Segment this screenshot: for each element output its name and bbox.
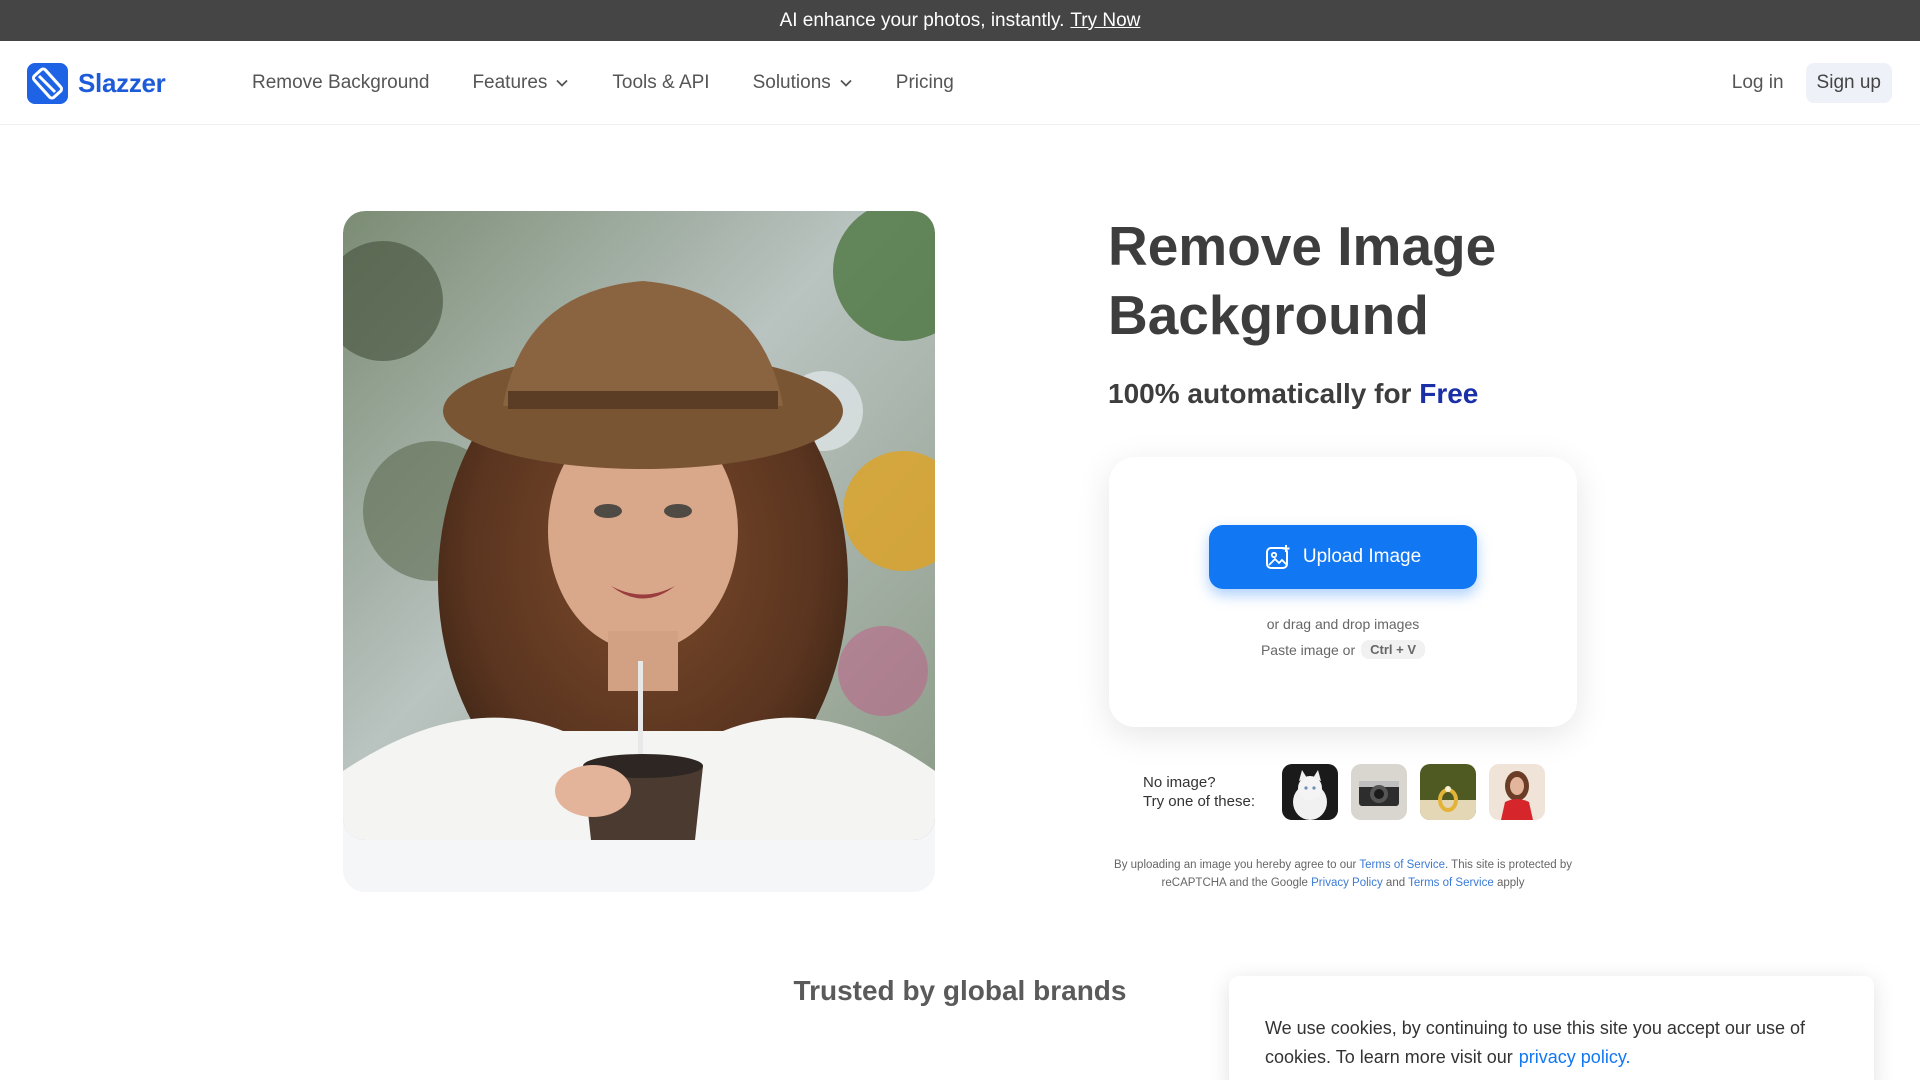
nav-remove-background[interactable]: Remove Background — [252, 72, 429, 94]
paste-shortcut: Ctrl + V — [1361, 640, 1426, 659]
nav-label: Remove Background — [252, 72, 430, 93]
nav-label: Tools & API — [612, 72, 710, 93]
sample-prompt-line-1: No image? — [1143, 774, 1216, 791]
hero-photo — [343, 211, 935, 840]
drag-drop-hint: or drag and drop images — [1266, 616, 1420, 632]
sample-image-cat[interactable] — [1282, 764, 1338, 820]
auth-links: Log in Sign up — [1732, 63, 1892, 103]
chevron-down-icon — [840, 79, 852, 87]
login-link[interactable]: Log in — [1732, 72, 1784, 94]
paste-text: Paste image or — [1260, 641, 1356, 658]
sample-prompt-line-2: Try one of these: — [1143, 793, 1256, 810]
legal-text-3: and — [1385, 877, 1406, 889]
nav-features[interactable]: Features — [472, 72, 569, 94]
nav-label: Pricing — [895, 72, 954, 93]
trusted-text: Trusted by global brands — [793, 975, 1127, 1006]
free-highlight: Free — [1419, 378, 1479, 409]
upload-button-label: Upload Image — [1302, 546, 1422, 567]
sample-prompt: No image? Try one of these: — [1143, 773, 1255, 811]
legal-text-1: By uploading an image you hereby agree t… — [1114, 859, 1357, 871]
legal-notice: By uploading an image you hereby agree t… — [1108, 856, 1578, 892]
paste-hint: Paste image or Ctrl + V — [1109, 640, 1577, 659]
sample-image-camera[interactable] — [1351, 764, 1407, 820]
cookie-banner: We use cookies, by continuing to use thi… — [1229, 976, 1874, 1080]
title-line-2: Background — [1108, 284, 1429, 346]
chevron-down-icon — [556, 79, 569, 87]
announcement-text: AI enhance your photos, instantly. — [779, 9, 1065, 31]
subheading-text: 100% automatically for — [1108, 378, 1412, 409]
sample-image-woman[interactable] — [1489, 764, 1545, 820]
upload-image-button[interactable]: Upload Image — [1209, 525, 1477, 589]
cookie-privacy-link[interactable]: privacy policy. — [1519, 1047, 1631, 1067]
try-now-link[interactable]: Try Now — [1070, 10, 1140, 32]
subheading: 100% automatically for Free — [1108, 378, 1478, 410]
nav-solutions[interactable]: Solutions — [753, 72, 853, 94]
nav-label: Features — [472, 72, 548, 93]
main-nav: Remove Background Features Tools & API S… — [252, 41, 997, 125]
nav-tools-api[interactable]: Tools & API — [612, 72, 709, 94]
hero-image-card — [343, 211, 935, 892]
nav-label: Solutions — [752, 72, 831, 93]
sample-image-ring[interactable] — [1420, 764, 1476, 820]
terms-of-service-link[interactable]: Terms of Service — [1359, 859, 1445, 871]
brand-name: Slazzer — [78, 68, 166, 98]
slazzer-logo-icon — [27, 63, 68, 104]
signup-button[interactable]: Sign up — [1805, 63, 1892, 103]
terms-of-service-link-2[interactable]: Terms of Service — [1408, 877, 1494, 889]
site-header: Slazzer Remove Background Features Tools… — [0, 41, 1920, 125]
image-upload-icon — [1265, 545, 1290, 569]
sample-images — [1282, 764, 1545, 820]
legal-text-4: apply — [1496, 877, 1525, 889]
page-title: Remove Image Background — [1108, 212, 1628, 350]
logo[interactable]: Slazzer — [27, 63, 166, 104]
nav-pricing[interactable]: Pricing — [896, 72, 954, 94]
title-line-1: Remove Image — [1108, 215, 1497, 277]
announcement-bar: AI enhance your photos, instantly. Try N… — [0, 0, 1920, 41]
privacy-policy-link[interactable]: Privacy Policy — [1311, 877, 1383, 889]
upload-panel[interactable]: Upload Image or drag and drop images Pas… — [1109, 457, 1577, 727]
